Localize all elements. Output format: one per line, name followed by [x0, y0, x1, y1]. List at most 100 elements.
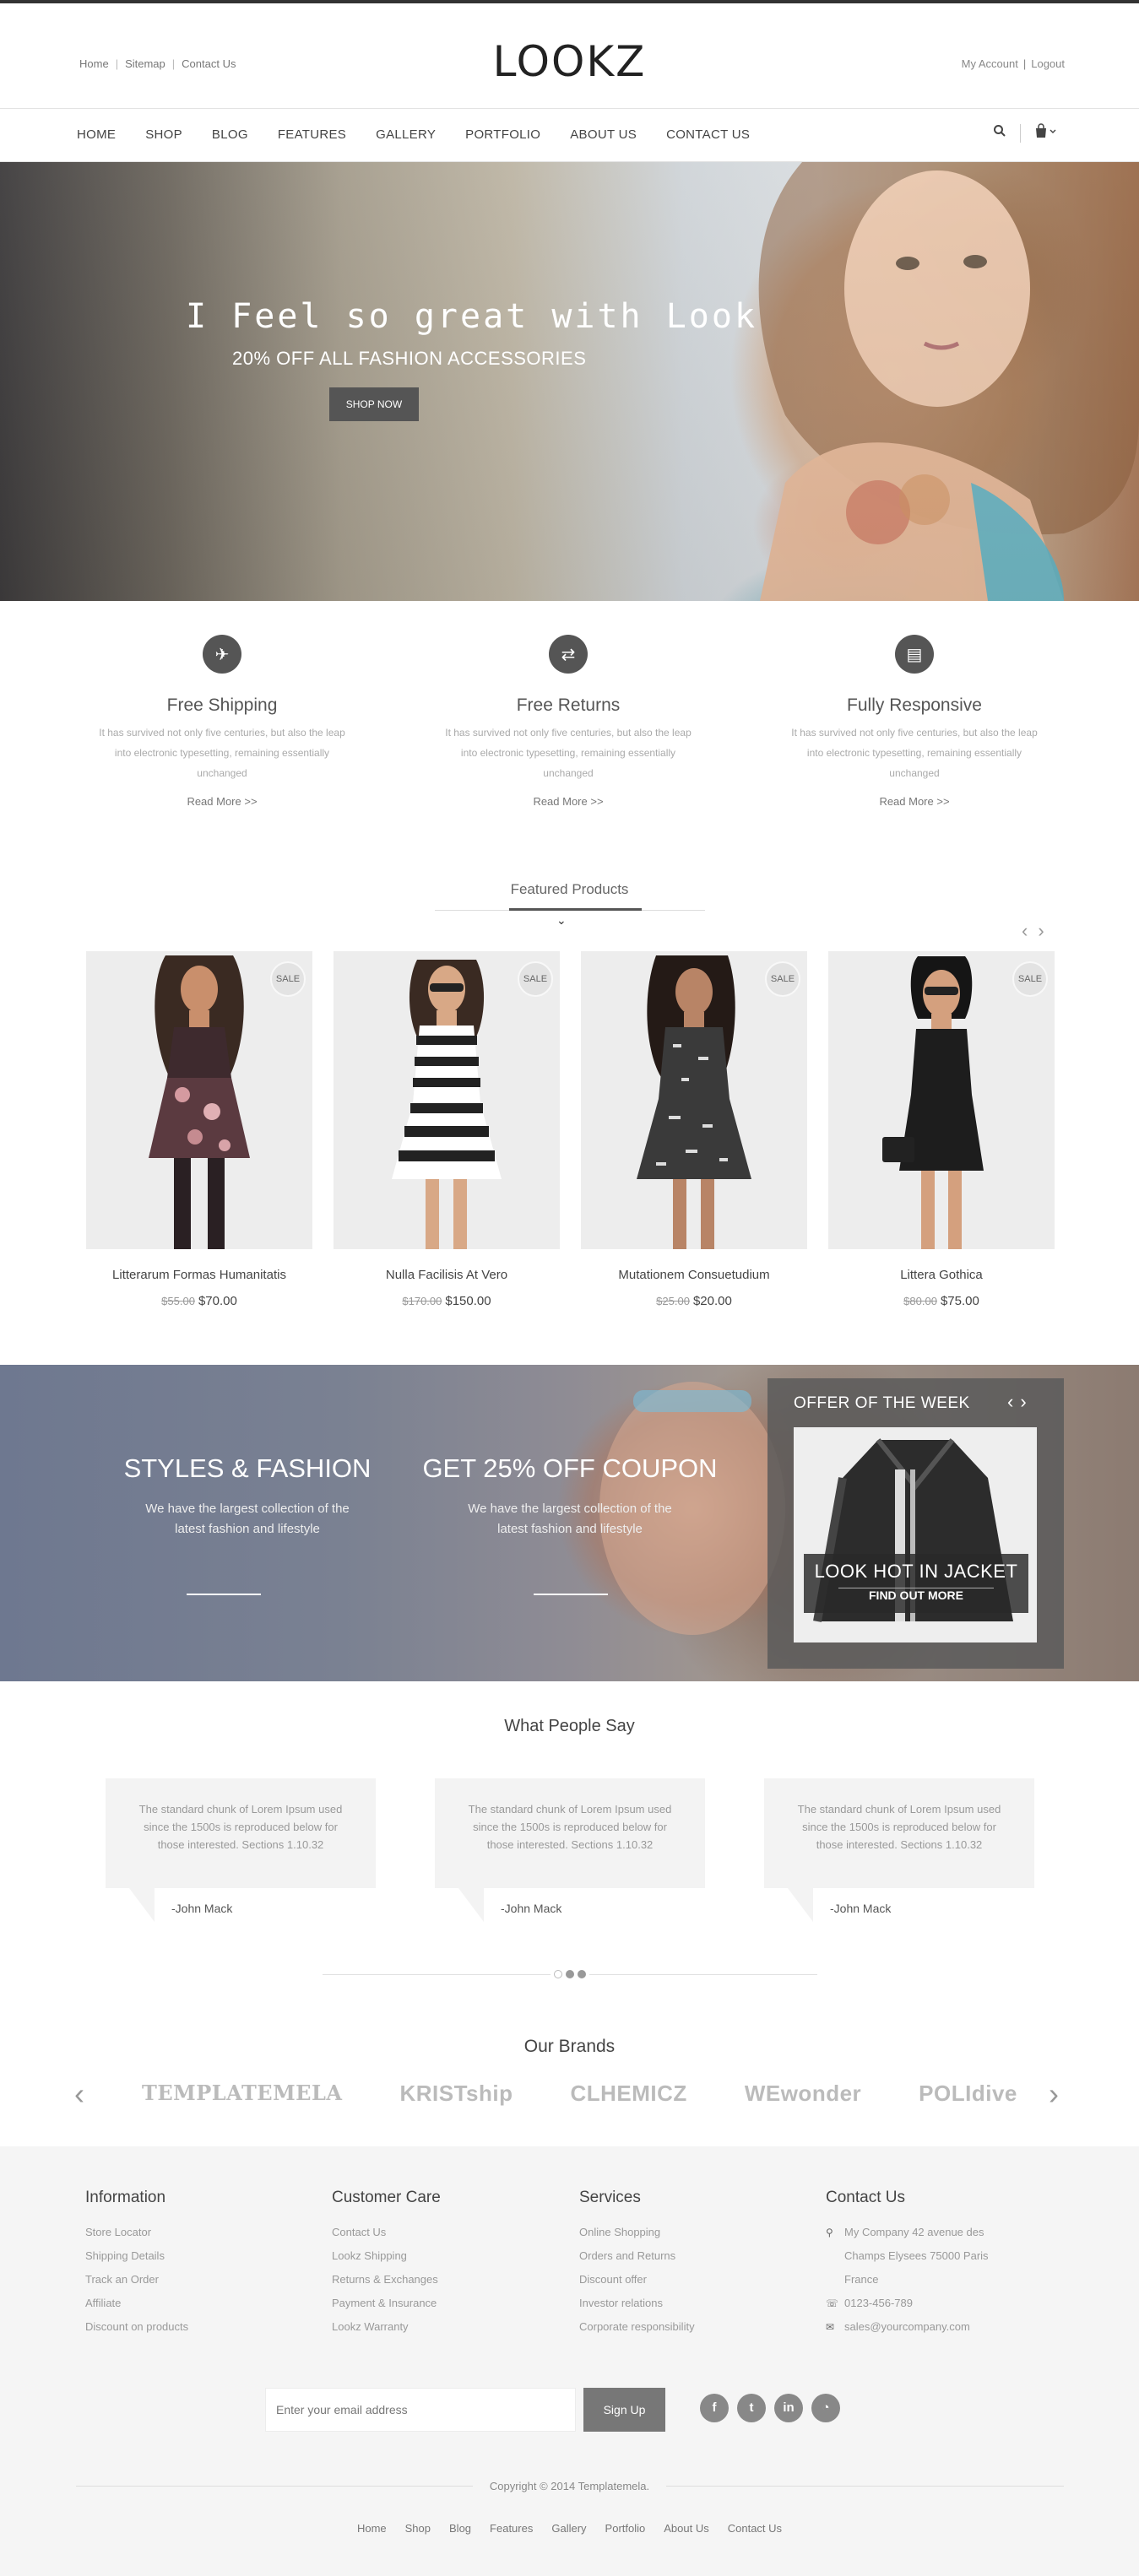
brand-logo[interactable]: CLHEMICZ: [571, 2081, 687, 2107]
sale-badge: SALE: [518, 961, 553, 997]
footer-link[interactable]: Affiliate: [85, 2292, 322, 2315]
footer-nav: Home Shop Blog Features Gallery Portfoli…: [0, 2522, 1139, 2535]
sign-up-button[interactable]: Sign Up: [583, 2388, 665, 2432]
product-card[interactable]: SALE Nulla Facilisis At Vero $170.00 $150…: [334, 951, 560, 1308]
footer-nav-contact[interactable]: Contact Us: [728, 2522, 782, 2535]
nav-item-gallery[interactable]: GALLERY: [376, 127, 436, 142]
footer-nav-about[interactable]: About Us: [664, 2522, 708, 2535]
map-pin-icon: ⚲: [826, 2227, 833, 2238]
nav-item-shop[interactable]: SHOP: [145, 127, 182, 142]
product-image[interactable]: SALE: [828, 951, 1055, 1249]
product-name[interactable]: Nulla Facilisis At Vero: [334, 1268, 560, 1282]
feature-title: Fully Responsive: [847, 695, 982, 715]
footer-link[interactable]: Shipping Details: [85, 2244, 322, 2268]
feature-text: It has survived not only five centuries,…: [445, 727, 692, 779]
twitter-icon[interactable]: t: [737, 2394, 766, 2422]
footer-nav-portfolio[interactable]: Portfolio: [605, 2522, 646, 2535]
model-figure: [637, 955, 751, 1249]
product-name[interactable]: Littera Gothica: [828, 1268, 1055, 1282]
footer-link[interactable]: Payment & Insurance: [332, 2292, 568, 2315]
nav-item-about[interactable]: ABOUT US: [570, 127, 637, 142]
read-more-link[interactable]: Read More >>: [775, 795, 1054, 808]
my-account-link[interactable]: My Account: [962, 57, 1018, 70]
nav-item-home[interactable]: HOME: [77, 127, 116, 142]
product-image[interactable]: SALE: [581, 951, 807, 1249]
pager-dot[interactable]: [577, 1970, 586, 1978]
current-price: $20.00: [692, 1294, 732, 1308]
hero-subtitle: 20% OFF ALL FASHION ACCESSORIES: [232, 348, 587, 369]
address-text: My Company 42 avenue des: [844, 2226, 984, 2238]
feature-title: Free Shipping: [166, 695, 278, 715]
feature-title: Free Returns: [516, 695, 621, 715]
footer-contact: Contact Us ⚲ My Company 42 avenue des Cha…: [826, 2189, 1062, 2339]
read-more-link[interactable]: Read More >>: [429, 795, 708, 808]
feature-free-returns: ⇄ Free Returns It has survived not only …: [429, 635, 708, 808]
footer-link[interactable]: Orders and Returns: [579, 2244, 816, 2268]
speech-tail: [458, 1888, 484, 1922]
product-image[interactable]: SALE: [86, 951, 312, 1249]
next-arrow-icon[interactable]: ›: [1020, 1391, 1026, 1413]
footer-link[interactable]: Returns & Exchanges: [332, 2268, 568, 2292]
brand-logo[interactable]: POLIdive: [919, 2081, 1017, 2107]
footer-nav-gallery[interactable]: Gallery: [551, 2522, 586, 2535]
footer-nav-blog[interactable]: Blog: [449, 2522, 471, 2535]
coupon-text: We have the largest collection of the la…: [468, 1502, 672, 1536]
linkedin-icon[interactable]: in: [774, 2394, 803, 2422]
feature-text: It has survived not only five centuries,…: [99, 727, 345, 779]
footer-nav-shop[interactable]: Shop: [405, 2522, 431, 2535]
model-figure: [392, 960, 502, 1249]
old-price: $55.00: [161, 1295, 195, 1307]
pager-dot-active[interactable]: [565, 1970, 574, 1978]
footer-link[interactable]: Lookz Shipping: [332, 2244, 568, 2268]
footer-link[interactable]: Discount offer: [579, 2268, 816, 2292]
featured-products-title: Featured Products: [510, 881, 629, 897]
footer-link[interactable]: Online Shopping: [579, 2221, 816, 2244]
current-price: $75.00: [940, 1294, 979, 1308]
newsletter-email-input[interactable]: Enter your email address: [265, 2388, 576, 2432]
footer-nav-home[interactable]: Home: [357, 2522, 387, 2535]
next-arrow-icon[interactable]: ›: [1038, 920, 1044, 942]
brand-logo[interactable]: TEMPLATEMELA: [142, 2081, 342, 2107]
nav-item-features[interactable]: FEATURES: [278, 127, 346, 142]
divider: [1020, 123, 1021, 143]
footer-link[interactable]: Track an Order: [85, 2268, 322, 2292]
product-card[interactable]: SALE Litterarum Formas Humanitatis $55.0…: [86, 951, 312, 1308]
address-text: Champs Elysees 75000 Paris: [844, 2249, 989, 2262]
cart-icon[interactable]: [1034, 123, 1058, 143]
nav-item-contact[interactable]: CONTACT US: [666, 127, 750, 142]
product-card[interactable]: SALE Littera Gothica $80.00 $75.00: [828, 951, 1055, 1308]
brand-logo[interactable]: WEwonder: [745, 2081, 861, 2107]
product-name[interactable]: Litterarum Formas Humanitatis: [86, 1268, 312, 1282]
nav-menu: HOME SHOP BLOG FEATURES GALLERY PORTFOLI…: [77, 127, 750, 142]
footer-link[interactable]: Investor relations: [579, 2292, 816, 2315]
footer-nav-features[interactable]: Features: [490, 2522, 533, 2535]
brand-logo[interactable]: KRISTship: [399, 2081, 513, 2107]
product-image[interactable]: SALE: [334, 951, 560, 1249]
pager-dot[interactable]: [553, 1970, 562, 1978]
find-out-more-button[interactable]: FIND OUT MORE: [838, 1588, 994, 1602]
nav-item-blog[interactable]: BLOG: [212, 127, 248, 142]
footer-link[interactable]: Store Locator: [85, 2221, 322, 2244]
styles-fashion-title: STYLES & FASHION: [123, 1453, 372, 1483]
prev-arrow-icon[interactable]: ‹: [74, 2076, 84, 2112]
footer-link[interactable]: Lookz Warranty: [332, 2315, 568, 2339]
product-name[interactable]: Mutationem Consuetudium: [581, 1268, 807, 1282]
footer-link[interactable]: Discount on products: [85, 2315, 322, 2339]
search-icon[interactable]: [993, 124, 1006, 142]
prev-arrow-icon[interactable]: ‹: [1007, 1391, 1013, 1413]
logout-link[interactable]: Logout: [1031, 57, 1065, 70]
read-more-link[interactable]: Read More >>: [83, 795, 361, 808]
rss-icon[interactable]: ◔: [811, 2394, 840, 2422]
shop-now-button[interactable]: SHOP NOW: [329, 387, 419, 421]
coupon-title: GET 25% OFF COUPON: [422, 1453, 718, 1483]
prev-arrow-icon[interactable]: ‹: [1022, 920, 1028, 942]
testimonial-card: The standard chunk of Lorem Ipsum used s…: [435, 1778, 705, 1922]
footer-link[interactable]: Contact Us: [332, 2221, 568, 2244]
speech-tail: [788, 1888, 813, 1922]
divider: [588, 1973, 817, 1975]
nav-item-portfolio[interactable]: PORTFOLIO: [465, 127, 540, 142]
facebook-icon[interactable]: f: [700, 2394, 729, 2422]
email-link[interactable]: sales@yourcompany.com: [844, 2315, 970, 2339]
footer-link[interactable]: Corporate responsibility: [579, 2315, 816, 2339]
product-card[interactable]: SALE Mutationem Consuetudium $25.00 $20.0…: [581, 951, 807, 1308]
